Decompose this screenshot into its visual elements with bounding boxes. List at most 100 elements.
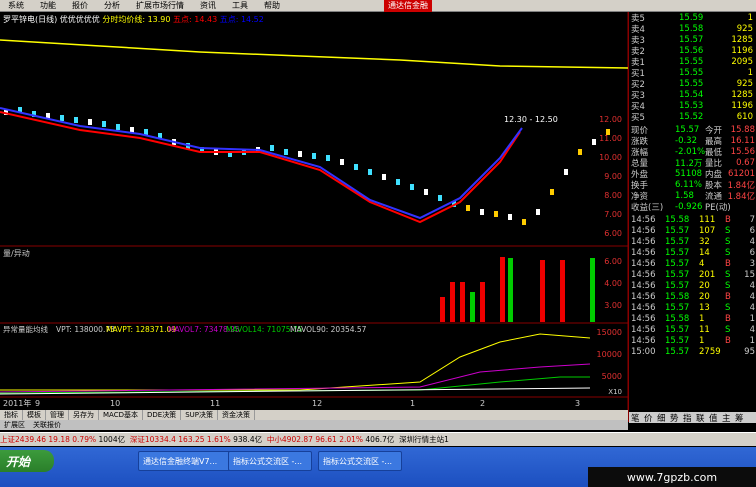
task-forum2[interactable]: 指标公式交流区 -... <box>318 451 402 471</box>
stat-value: -0.926 <box>675 201 703 212</box>
menu-item[interactable]: 资讯 <box>192 0 224 11</box>
panel-tab[interactable]: 势 <box>670 412 679 424</box>
panel-tab[interactable]: 值 <box>709 412 718 424</box>
candle-chart[interactable]: 12.00 11.00 10.00 9.00 8.00 7.00 6.00 12.30 - 1… <box>0 12 629 410</box>
price-tick: 8.00 <box>604 191 622 200</box>
tick-count: 6 <box>749 247 755 258</box>
panel-tab[interactable]: 联 <box>696 412 705 424</box>
candle <box>466 205 470 211</box>
toolbar-item[interactable]: 管理 <box>46 410 69 420</box>
panel-tab[interactable]: 筹 <box>735 412 744 424</box>
tick-side: S <box>725 324 731 335</box>
tick-time: 14:56 <box>631 258 656 269</box>
panel-tab[interactable]: 笔 <box>631 412 640 424</box>
start-button[interactable]: 开始 <box>0 450 54 472</box>
toolbar-item[interactable]: 模板 <box>23 410 46 420</box>
x-unit: X10 <box>608 388 622 396</box>
tick-time: 14:56 <box>631 313 656 324</box>
tick-price: 15.58 <box>665 313 690 324</box>
main-station[interactable]: 深圳行情主站1 <box>399 434 449 445</box>
indicator3: 五点: 14.52 <box>219 15 264 24</box>
indicator2: 五点: 14.43 <box>173 15 218 24</box>
order-row: 买2 15.55 925 <box>629 78 756 90</box>
candle <box>284 149 288 155</box>
order-row: 卖5 15.59 1 <box>629 12 756 24</box>
price-tick: 10.00 <box>599 153 622 162</box>
stock-title2: 优优优优优 <box>59 15 100 24</box>
tick-row: 14:56 15.58 111 B 7 <box>629 214 756 225</box>
extension-toolbar: 扩展区 关联报价 <box>0 420 628 430</box>
vpt-tick: 5000 <box>602 372 622 381</box>
ext-tab[interactable]: 关联报价 <box>29 420 65 430</box>
order-price: 15.52 <box>679 111 704 122</box>
panel-tab[interactable]: 主 <box>722 412 731 424</box>
order-volume: 1 <box>747 67 753 78</box>
tick-volume: 1 <box>699 313 705 324</box>
tick-time: 14:56 <box>631 302 656 313</box>
task-tdx[interactable]: 通达信金融终端V7... <box>138 451 234 471</box>
volume-bar <box>480 282 485 322</box>
menu-item[interactable]: 扩展市场行情 <box>128 0 192 11</box>
tick-price: 15.57 <box>665 269 690 280</box>
panel-tab[interactable]: 细 <box>657 412 666 424</box>
order-volume: 2095 <box>731 56 753 67</box>
vpt-legend: 异常量能均线 <box>3 324 48 334</box>
sz-amt: 938.4亿 <box>233 435 263 444</box>
tick-count: 4 <box>749 280 755 291</box>
tick-row: 14:56 15.57 201 S 15 <box>629 269 756 280</box>
tick-price: 15.57 <box>665 302 690 313</box>
candle <box>368 169 372 175</box>
menu-item[interactable]: 功能 <box>32 0 64 11</box>
sz-pct: 1.61% <box>206 435 231 444</box>
order-row: 卖3 15.57 1285 <box>629 34 756 46</box>
tick-side: B <box>725 313 731 324</box>
x-tick: 2011年 <box>3 398 31 408</box>
candle <box>116 124 120 130</box>
candle <box>74 117 78 123</box>
toolbar-item[interactable]: 指标 <box>0 410 23 420</box>
chart-area[interactable]: 罗平锌电(日线) 优优优优优 分时均价线: 13.90 五点: 14.43 五点… <box>0 12 629 410</box>
tick-price: 15.58 <box>665 291 690 302</box>
task-forum1[interactable]: 指标公式交流区 -... <box>228 451 312 471</box>
menu-item[interactable]: 工具 <box>224 0 256 11</box>
order-label: 买5 <box>631 112 645 123</box>
tick-row: 14:56 15.57 13 S 4 <box>629 302 756 313</box>
zx-pct: 2.01% <box>339 435 364 444</box>
ext-tab[interactable]: 扩展区 <box>0 420 29 430</box>
menu-item[interactable]: 帮助 <box>256 0 288 11</box>
volume-bar <box>508 258 513 322</box>
sz-index: 深证10334.4 <box>129 435 176 444</box>
candle <box>494 211 498 217</box>
menu-item[interactable]: 报价 <box>64 0 96 11</box>
tick-volume: 13 <box>699 302 710 313</box>
tick-volume: 4 <box>699 258 705 269</box>
toolbar-item[interactable]: 另存为 <box>69 410 99 420</box>
price-tick: 11.00 <box>599 134 622 143</box>
panel-tab[interactable]: 价 <box>644 412 653 424</box>
tick-count: 15 <box>744 269 755 280</box>
menu-item[interactable]: 系统 <box>0 0 32 11</box>
candle <box>424 189 428 195</box>
toolbar-item[interactable]: MACD基本 <box>99 410 143 420</box>
volume-bar <box>500 257 505 322</box>
task-tdx-label: 通达信金融终端V7... <box>143 456 218 466</box>
tick-count: 4 <box>749 236 755 247</box>
toolbar-item[interactable]: SUP决策 <box>181 410 218 420</box>
index-ticker: 上证2439.46 19.18 0.79% 1004亿 深证10334.4 16… <box>0 432 756 446</box>
vpt-legend: MAVOL90: 20354.57 <box>290 325 367 334</box>
ma-line-red <box>0 111 521 224</box>
menu-item[interactable]: 分析 <box>96 0 128 11</box>
volume-bar <box>590 258 595 322</box>
stat-label2: PE(动) <box>705 202 731 213</box>
sh-chg: 19.18 <box>48 435 70 444</box>
toolbar-item[interactable]: 资金决策 <box>218 410 255 420</box>
price-tick: 6.00 <box>604 229 622 238</box>
vpt-legend: MAVPT: 128371.09 <box>106 325 176 334</box>
order-row: 买4 15.53 1196 <box>629 100 756 112</box>
tick-row: 14:56 15.57 107 S 6 <box>629 225 756 236</box>
panel-tab[interactable]: 指 <box>683 412 692 424</box>
stat-value: 1.58 <box>675 190 694 201</box>
tick-row: 14:56 15.58 20 B 4 <box>629 291 756 302</box>
toolbar-item[interactable]: DDE决策 <box>143 410 182 420</box>
stat-value: -2.01% <box>675 146 706 157</box>
